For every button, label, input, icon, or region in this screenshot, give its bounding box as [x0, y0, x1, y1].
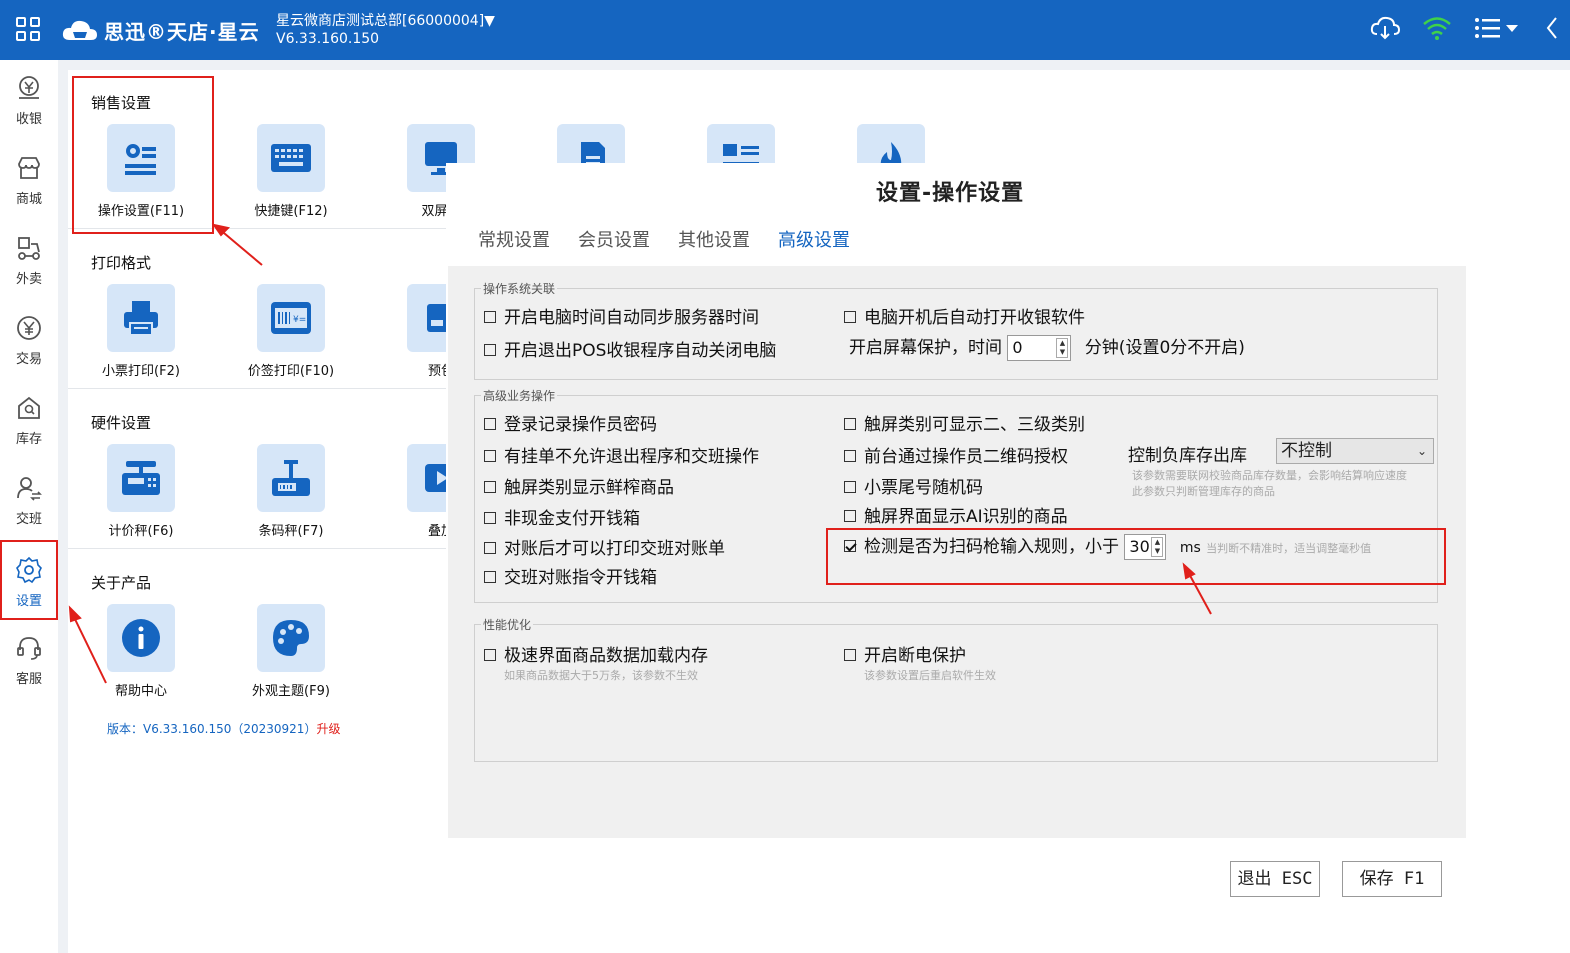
annotation-arrows	[68, 223, 1212, 684]
arrowhead	[68, 605, 82, 623]
arrow-to-settings	[71, 612, 107, 684]
arrow-to-op-settings	[217, 227, 263, 266]
arrowhead	[1182, 562, 1196, 580]
